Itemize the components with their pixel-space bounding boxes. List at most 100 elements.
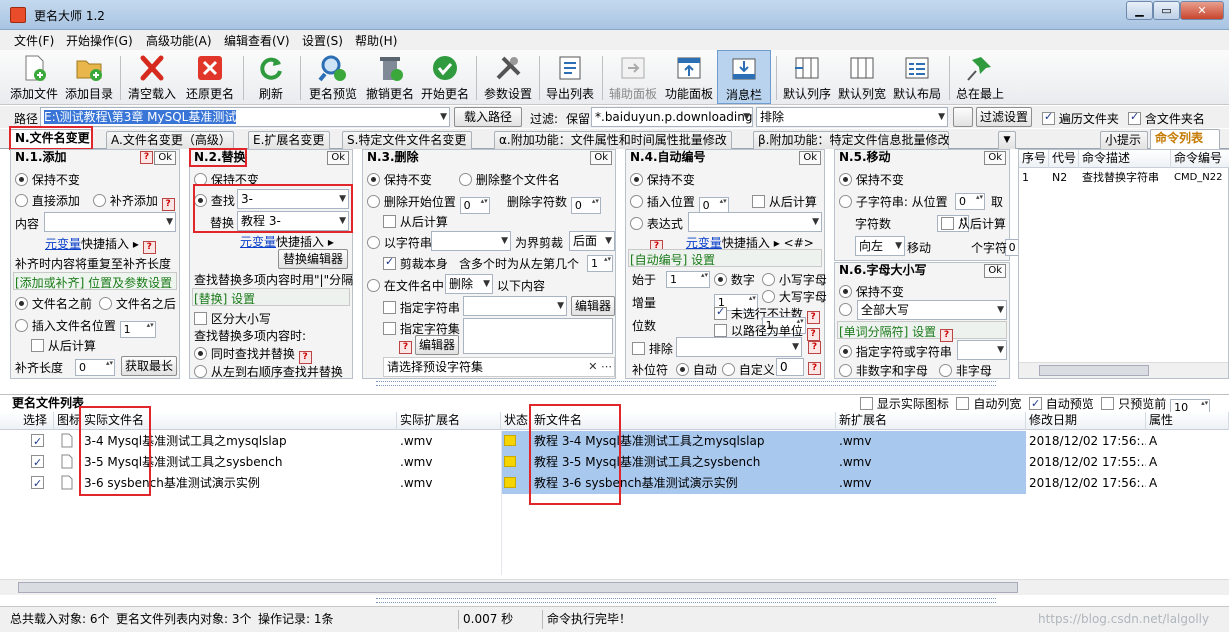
- exclude-option[interactable]: 排除: [632, 340, 673, 357]
- uppercase-option[interactable]: 大写字母: [762, 288, 827, 305]
- hash-token[interactable]: <#>: [784, 236, 814, 250]
- spec-string-option[interactable]: 指定字符串: [383, 299, 460, 316]
- help-icon[interactable]: ?: [940, 329, 954, 342]
- from-back-option[interactable]: 从后计算: [383, 213, 448, 230]
- non-alpha-option[interactable]: 非字母: [939, 362, 992, 379]
- horizontal-scrollbar[interactable]: [0, 579, 1229, 595]
- traverse-checkbox[interactable]: [1042, 110, 1055, 125]
- include-dir-checkbox[interactable]: [1128, 110, 1141, 125]
- delete-count-spin[interactable]: 0: [570, 197, 601, 214]
- keep-filter-combo[interactable]: *.baiduyun.p.downloading ▼: [591, 107, 753, 127]
- row-checkbox[interactable]: [31, 432, 44, 452]
- clear-button[interactable]: 清空载入: [124, 50, 180, 104]
- undo-rename-button[interactable]: 还原更名: [182, 50, 238, 104]
- exclude-filter-combo[interactable]: 排除 ▼: [756, 107, 948, 127]
- caret-right-icon[interactable]: ▸: [133, 237, 139, 251]
- col-header[interactable]: 命令编号: [1171, 150, 1229, 168]
- from-back-option[interactable]: 从后计算: [752, 193, 817, 210]
- tab-beta-info[interactable]: β.附加功能：特定文件信息批量修改: [753, 131, 949, 149]
- delete-start-spin[interactable]: 0: [459, 197, 490, 214]
- include-dir-option[interactable]: 含文件夹名: [1128, 110, 1205, 127]
- after-option[interactable]: 文件名之后: [99, 295, 176, 312]
- filter-settings-button[interactable]: 过滤设置: [976, 107, 1032, 127]
- menu-file[interactable]: 文件(F): [14, 32, 54, 49]
- in-name-option[interactable]: 在文件名中: [367, 277, 444, 294]
- help-icon[interactable]: ?: [161, 198, 175, 211]
- keep-option[interactable]: 保持不变: [839, 283, 904, 300]
- command-list-scrollbar[interactable]: [1019, 362, 1228, 378]
- ok-button[interactable]: Ok: [590, 151, 612, 165]
- traverse-folder-option[interactable]: 遍历文件夹: [1042, 110, 1119, 127]
- auto-preview-option[interactable]: 自动预览: [1028, 395, 1094, 413]
- content-combo[interactable]: ▼: [44, 212, 176, 232]
- by-string-option[interactable]: 以字符串: [367, 234, 432, 251]
- ok-button[interactable]: Ok: [327, 151, 349, 165]
- col-header-select[interactable]: 选择: [20, 412, 54, 430]
- preset-set-combo[interactable]: 请选择预设字符集 ✕ ⋯: [383, 357, 615, 377]
- menu-help[interactable]: 帮助(H): [355, 32, 397, 49]
- help-icon[interactable]: ?: [808, 362, 821, 375]
- non-alnum-option[interactable]: 非数字和字母: [839, 362, 928, 379]
- expression-combo[interactable]: ▼: [688, 212, 822, 232]
- tabs-dropdown[interactable]: ▼: [998, 131, 1016, 149]
- keep-option[interactable]: 保持不变: [15, 171, 80, 188]
- spec-set-field[interactable]: [463, 318, 613, 354]
- col-header-date[interactable]: 修改日期: [1026, 412, 1146, 430]
- help-icon[interactable]: ?: [140, 151, 153, 164]
- ok-button[interactable]: Ok: [984, 264, 1006, 278]
- sequential-option[interactable]: 从左到右顺序查找并替换: [194, 363, 343, 380]
- keep-option[interactable]: 保持不变: [630, 171, 695, 188]
- simultaneous-option[interactable]: 同时查找并替换 ?: [194, 345, 312, 364]
- func-panel-button[interactable]: 功能面板: [662, 50, 716, 104]
- scroll-thumb[interactable]: [1039, 365, 1149, 376]
- delete-start-option[interactable]: 删除开始位置 0: [367, 193, 490, 214]
- ok-button[interactable]: Ok: [984, 151, 1006, 165]
- var-link[interactable]: 元变量: [45, 237, 81, 251]
- direction-combo[interactable]: 向左 ▼: [855, 236, 905, 256]
- maximize-button[interactable]: ▭: [1153, 1, 1180, 20]
- pad-length-spin[interactable]: 0: [75, 359, 115, 376]
- caret-right-icon[interactable]: ▸: [774, 236, 780, 250]
- tab-s-specific[interactable]: S.特定文件文件名变更: [342, 131, 472, 149]
- start-spin[interactable]: 1: [666, 271, 710, 288]
- tab-e-extension[interactable]: E.扩展名变更: [248, 131, 330, 149]
- keep-option[interactable]: 保持不变: [839, 171, 904, 188]
- in-name-combo[interactable]: 删除 ▼: [445, 274, 493, 294]
- show-icon-option[interactable]: 显示实际图标: [860, 397, 949, 411]
- filter-toggle-button[interactable]: [953, 107, 973, 127]
- preview-button[interactable]: 更名预览: [305, 50, 361, 104]
- minimize-button[interactable]: ▁: [1126, 1, 1153, 20]
- numeric-option[interactable]: 数字: [714, 271, 755, 288]
- load-path-button[interactable]: 载入路径: [454, 107, 522, 127]
- col-header-attr[interactable]: 属性: [1146, 412, 1229, 430]
- default-col-order-button[interactable]: 默认列序: [780, 50, 834, 104]
- spec-char-combo[interactable]: ▼: [957, 340, 1007, 360]
- help-icon[interactable]: ?: [142, 241, 156, 254]
- scroll-thumb[interactable]: [18, 582, 1018, 593]
- col-header-ext[interactable]: 实际扩展名: [397, 412, 501, 430]
- default-layout-button[interactable]: 默认布局: [890, 50, 944, 104]
- param-settings-button[interactable]: 参数设置: [481, 50, 535, 104]
- by-string-combo[interactable]: ▼: [431, 231, 511, 251]
- ok-button[interactable]: Ok: [799, 151, 821, 165]
- col-header[interactable]: 命令描述: [1079, 150, 1171, 168]
- panel-splitter[interactable]: [376, 381, 996, 386]
- string-editor-button[interactable]: 编辑器: [571, 296, 615, 316]
- substring-pos-spin[interactable]: 0: [955, 193, 985, 210]
- start-rename-button[interactable]: 开始更名: [419, 50, 471, 104]
- caret-right-icon[interactable]: ▸: [328, 235, 334, 249]
- insert-position-option[interactable]: 插入位置 0: [630, 193, 729, 214]
- tab-a-advanced[interactable]: A.文件名变更（高级）: [106, 131, 234, 149]
- aux-panel-button[interactable]: 辅助面板: [606, 50, 660, 104]
- menu-advanced[interactable]: 高级功能(A): [146, 32, 212, 49]
- case-option[interactable]: 区分大小写: [194, 310, 271, 327]
- preview-first-option[interactable]: 只预览前: [1101, 397, 1166, 411]
- menu-edit-view[interactable]: 编辑查看(V): [224, 32, 290, 49]
- export-list-button[interactable]: 导出列表: [543, 50, 597, 104]
- add-folder-button[interactable]: 添加目录: [62, 50, 116, 104]
- set-editor-button[interactable]: 编辑器: [415, 335, 459, 355]
- get-longest-button[interactable]: 获取最长: [121, 356, 177, 376]
- case-combo[interactable]: 全部大写 ▼: [857, 300, 1007, 320]
- multi-index-spin[interactable]: 1: [587, 255, 613, 272]
- custom-pad-field[interactable]: 0: [776, 358, 804, 376]
